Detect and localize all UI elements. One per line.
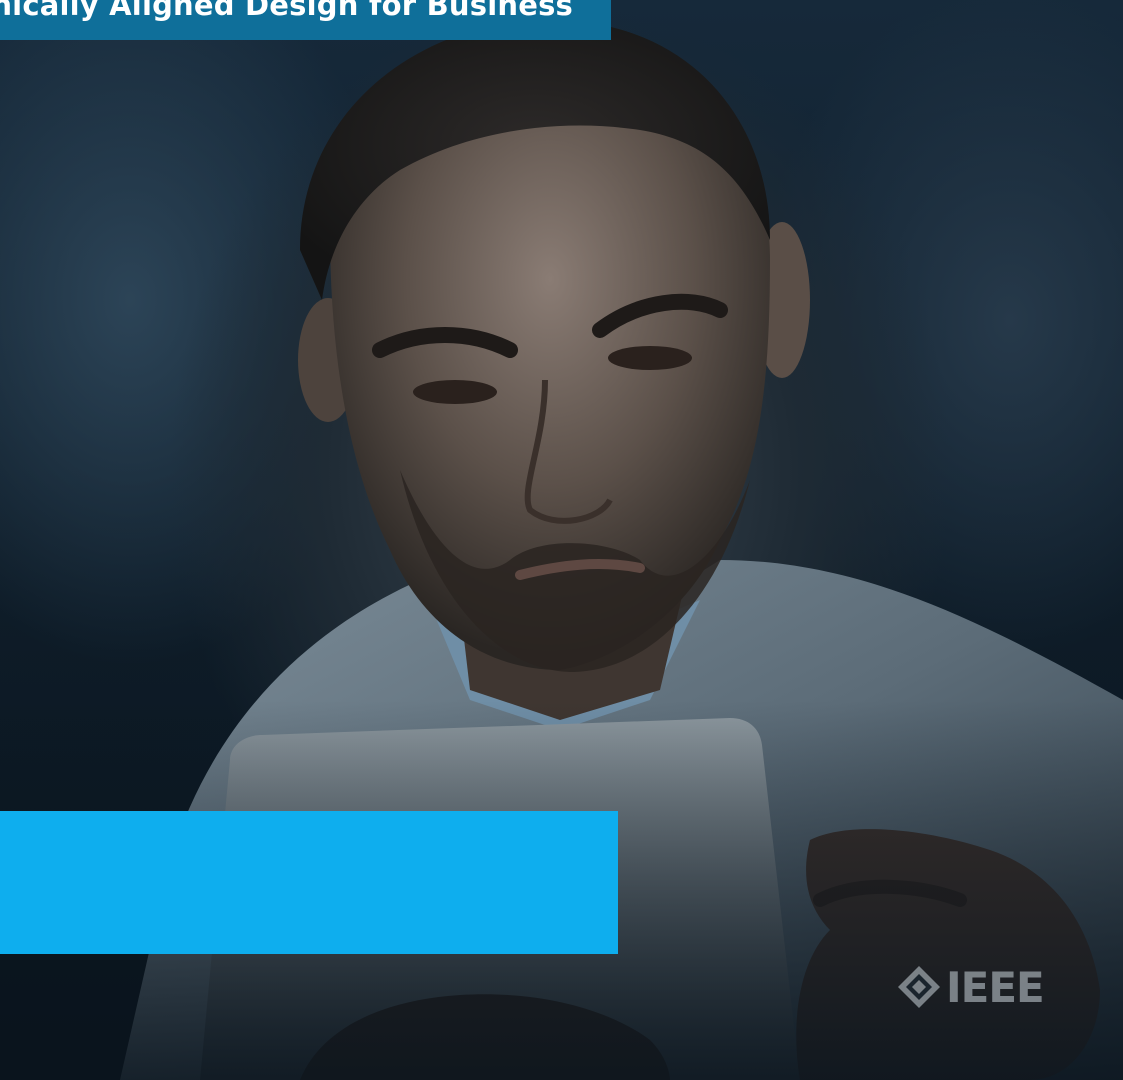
diamond-icon	[898, 966, 940, 1008]
title-text: Ethically Aligned Design for Business	[0, 0, 573, 22]
right-eye	[608, 346, 692, 370]
title-banner: Ethically Aligned Design for Business	[0, 0, 611, 40]
left-eye	[413, 380, 497, 404]
ieee-logo: IEEE	[896, 962, 1045, 1012]
logo-text: IEEE	[946, 962, 1045, 1012]
caption-bar	[0, 811, 618, 954]
hero-image: Ethically Aligned Design for Business IE…	[0, 0, 1123, 1080]
